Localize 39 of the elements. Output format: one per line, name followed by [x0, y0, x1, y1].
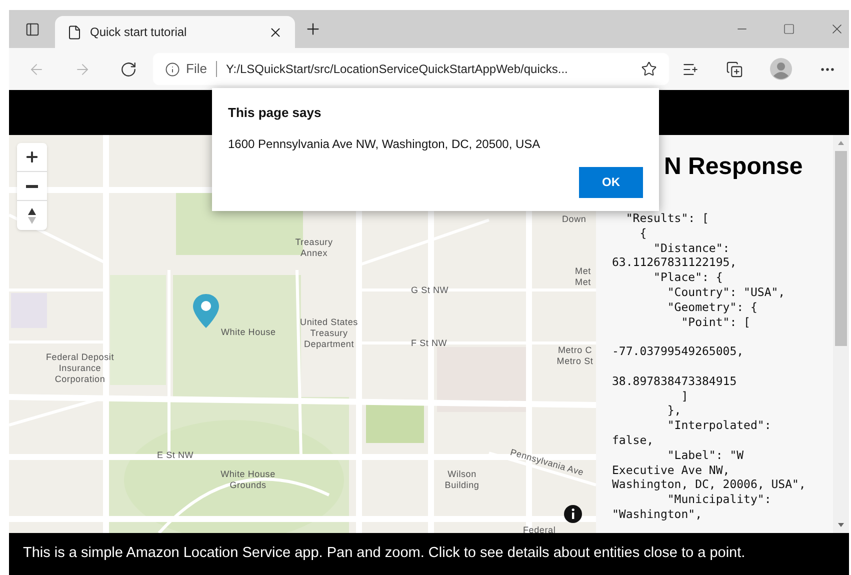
dialog-title: This page says	[228, 104, 322, 122]
map-label: White House Grounds	[220, 469, 276, 491]
map-label: F St NW	[411, 338, 448, 349]
ok-button[interactable]: OK	[579, 166, 643, 198]
map-label: Metro C Metro St	[556, 345, 594, 367]
url-scheme: File	[186, 60, 207, 78]
info-icon[interactable]	[564, 505, 582, 523]
map-label: G St NW	[411, 285, 449, 296]
refresh-icon[interactable]	[120, 60, 136, 78]
map-label: E St NW	[157, 450, 194, 461]
address-bar[interactable]: File Y:/LSQuickStart/src/LocationServiceQuickStartAppWeb/quicks...	[153, 53, 669, 85]
tab-title: Quick start tutorial	[90, 24, 188, 41]
map-label: Met Met	[574, 266, 592, 288]
compass-icon	[27, 206, 37, 224]
dialog-message: 1600 Pennsylvania Ave NW, Washington, DC, 20500, USA	[228, 136, 542, 152]
footer-text: This is a simple Amazon Location Service app. Pan and zoom. Click to see details about entities close to a point.	[23, 544, 746, 564]
panel-heading: N Response	[664, 153, 803, 180]
map-label: Treasury Annex	[294, 237, 334, 259]
info-icon	[165, 62, 180, 76]
page-icon	[67, 24, 82, 40]
collections-icon[interactable]	[726, 60, 744, 78]
scrollbar-thumb[interactable]	[835, 151, 847, 346]
profile-icon[interactable]	[770, 58, 792, 80]
map-label: Federal Deposit Insurance Corporation	[44, 352, 116, 385]
map-pin-icon	[192, 293, 220, 329]
tab-actions-icon[interactable]	[24, 22, 40, 36]
minus-icon	[26, 184, 38, 188]
map-label: Down	[562, 214, 586, 225]
map-label: White House	[221, 327, 276, 338]
map-label: Wilson Building	[444, 469, 480, 491]
map-label: United States Treasury Department	[299, 317, 359, 350]
map-label: Federal	[523, 525, 556, 533]
maximize-icon[interactable]	[783, 23, 795, 35]
plus-icon	[24, 149, 40, 165]
browser-tab[interactable]: Quick start tutorial	[55, 16, 295, 48]
scrollbar[interactable]	[833, 135, 849, 533]
url-text: Y:/LSQuickStart/src/LocationServiceQuickStartAppWeb/quicks...	[226, 61, 569, 78]
json-response-text: "Results": [ { "Distance": 63.11267831122195, "Place": { "Country": "USA", "Geometry": { "Point": [ -77.03799549265005, 38.897838473384915 ] }, "Interpolated": false, "Label": "W Executive Ave NW, Washington, DC, 20006, USA", "Municipality": "Washington",	[612, 211, 807, 522]
add-favorite-icon[interactable]	[641, 61, 657, 77]
